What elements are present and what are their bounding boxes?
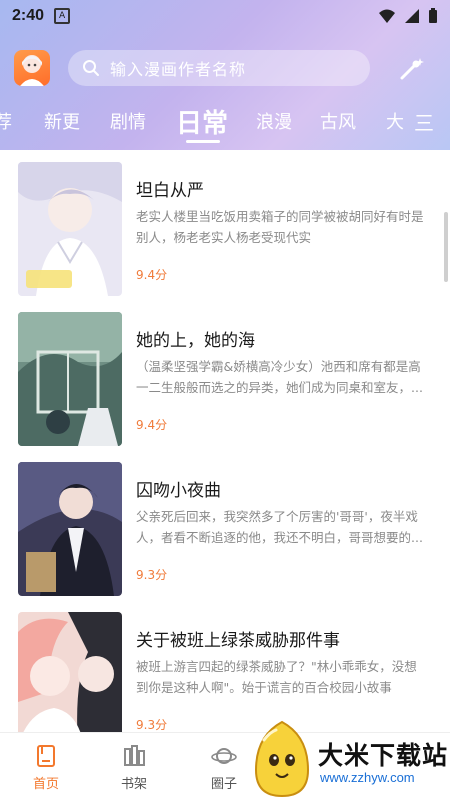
nav-home[interactable]: 首页 bbox=[16, 743, 76, 792]
list-item[interactable]: 她的上，她的海 （温柔坚强学霸&娇横高冷少女）池西和席有都是高一二生般般而选之的… bbox=[0, 300, 450, 450]
comic-title: 囚吻小夜曲 bbox=[136, 481, 221, 501]
bookshelf-icon bbox=[124, 745, 145, 766]
planet-icon bbox=[211, 748, 237, 764]
search-placeholder: 输入漫画作者名称 bbox=[110, 60, 247, 79]
comic-score: 9.3分 bbox=[136, 718, 168, 732]
comic-description: （温柔坚强学霸&娇横高冷少女）池西和席有都是高一二生般般而选之的异类，她们成为同… bbox=[136, 359, 423, 395]
watermark-title: 大米下载站 bbox=[318, 742, 449, 770]
tab-more[interactable]: 大 bbox=[386, 98, 404, 144]
comic-cover[interactable] bbox=[18, 612, 122, 732]
tab-new-updates[interactable]: 新更 bbox=[44, 98, 80, 144]
home-book-icon bbox=[37, 745, 55, 767]
notification-icon: A bbox=[54, 8, 71, 24]
comic-cover[interactable] bbox=[18, 312, 122, 446]
comic-list[interactable]: 坦白从严 老实人楼里当吃饭用卖箱子的同学被被胡同好有时是别人，杨老老实人杨老受现… bbox=[0, 150, 450, 732]
tab-ancient[interactable]: 古风 bbox=[320, 98, 356, 144]
tab-romance[interactable]: 浪漫 bbox=[256, 98, 292, 144]
watermark-url: www.zzhyw.com bbox=[320, 770, 415, 785]
list-item[interactable]: 囚吻小夜曲 父亲死后回来，我突然多了个厉害的'哥哥'，夜半戏人，者看不断追逐的他… bbox=[0, 450, 450, 600]
tab-menu-button[interactable]: 三 bbox=[414, 98, 434, 144]
search-input[interactable]: 输入漫画作者名称 bbox=[68, 50, 370, 86]
list-item[interactable]: 关于被班上绿茶威胁那件事 被班上游言四起的绿茶威胁了？"林小乖乖女，没想到你是这… bbox=[0, 600, 450, 732]
comic-score: 9.3分 bbox=[136, 568, 168, 582]
cellular-signal-icon bbox=[405, 9, 419, 23]
battery-icon bbox=[429, 8, 437, 23]
egg-mascot-icon bbox=[254, 720, 310, 798]
category-tabs: 荐 新更 剧情 日常 浪漫 古风 大 三 bbox=[0, 98, 450, 144]
comic-description: 被班上游言四起的绿茶威胁了？"林小乖乖女，没想到你是这种人啊"。始于谎言的百合校… bbox=[136, 659, 417, 695]
search-icon bbox=[83, 60, 99, 76]
comic-cover[interactable] bbox=[18, 462, 122, 596]
app-header: 输入漫画作者名称 bbox=[0, 46, 450, 90]
app-logo[interactable] bbox=[14, 50, 50, 86]
status-bar: 2:40 A bbox=[0, 0, 450, 32]
nav-circle-label: 圈子 bbox=[210, 777, 237, 792]
tab-recommend[interactable]: 荐 bbox=[0, 98, 12, 144]
comic-cover[interactable] bbox=[18, 162, 122, 296]
list-item[interactable]: 坦白从严 老实人楼里当吃饭用卖箱子的同学被被胡同好有时是别人，杨老老实人杨老受现… bbox=[0, 150, 450, 300]
wifi-icon bbox=[379, 9, 395, 23]
comic-score: 9.4分 bbox=[136, 268, 168, 282]
nav-bookshelf[interactable]: 书架 bbox=[104, 743, 164, 792]
nav-bookshelf-label: 书架 bbox=[120, 777, 147, 792]
comic-title: 关于被班上绿茶威胁那件事 bbox=[136, 631, 340, 651]
magic-wand-icon[interactable] bbox=[396, 56, 424, 84]
comic-description: 老实人楼里当吃饭用卖箱子的同学被被胡同好有时是别人，杨老老实人杨老受现代实 bbox=[136, 209, 424, 245]
watermark: 大米下载站 www.zzhyw.com bbox=[246, 716, 450, 800]
tab-daily[interactable]: 日常 bbox=[176, 98, 228, 144]
avatar-icon bbox=[20, 55, 44, 86]
comic-description: 父亲死后回来，我突然多了个厉害的'哥哥'，夜半戏人，者看不断追逐的他，我还不明白… bbox=[136, 509, 423, 545]
nav-circle[interactable]: 圈子 bbox=[194, 743, 254, 792]
comic-title: 坦白从严 bbox=[136, 181, 204, 201]
comic-score: 9.4分 bbox=[136, 418, 168, 432]
active-tab-indicator bbox=[186, 140, 220, 143]
nav-home-label: 首页 bbox=[32, 777, 59, 792]
comic-title: 她的上，她的海 bbox=[136, 331, 255, 351]
tab-plot[interactable]: 剧情 bbox=[110, 98, 146, 144]
status-time: 2:40 bbox=[12, 7, 45, 24]
